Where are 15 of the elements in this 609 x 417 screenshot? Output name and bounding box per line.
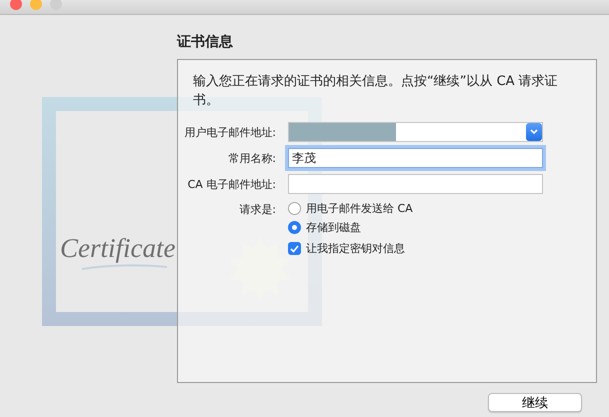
radio-button[interactable] xyxy=(288,221,301,234)
minimize-button[interactable] xyxy=(30,0,42,10)
text-field[interactable] xyxy=(288,174,543,194)
section-heading: 证书信息 xyxy=(177,33,233,51)
field-label: 请求是: xyxy=(239,202,276,217)
checkbox[interactable] xyxy=(288,242,301,255)
text-field[interactable]: 李茂 xyxy=(288,148,543,168)
email-dropdown[interactable] xyxy=(288,122,543,142)
field-label: 常用名称: xyxy=(228,150,276,166)
field-label: 用户电子邮件地址: xyxy=(184,124,276,140)
close-button[interactable] xyxy=(10,0,22,10)
radio-button[interactable] xyxy=(288,202,301,215)
field-label: CA 电子邮件地址: xyxy=(188,176,276,192)
chevron-down-icon[interactable] xyxy=(526,123,542,141)
continue-button[interactable]: 继续 xyxy=(488,393,582,412)
